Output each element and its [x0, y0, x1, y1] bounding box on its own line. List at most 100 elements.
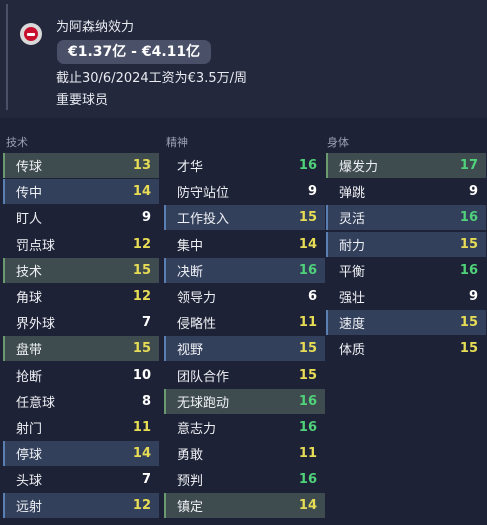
attribute-value: 9	[307, 184, 317, 200]
attribute-name: 远射	[16, 500, 43, 516]
attribute-row[interactable]: 爆发力 17	[326, 153, 486, 178]
attribute-value: 16	[298, 419, 317, 435]
attribute-value: 7	[141, 472, 151, 488]
attribute-row[interactable]: 弹跳 9	[326, 179, 486, 204]
attribute-value: 6	[307, 288, 317, 304]
physical-title: 身体	[327, 136, 349, 149]
attribute-name: 弹跳	[339, 186, 366, 202]
attribute-row[interactable]: 强壮 9	[326, 284, 486, 309]
attribute-row[interactable]: 决断 16	[164, 257, 325, 283]
attribute-value: 10	[132, 367, 151, 383]
attribute-name: 停球	[16, 448, 43, 464]
attribute-row[interactable]: 任意球 8	[3, 389, 159, 414]
attribute-value: 17	[459, 158, 478, 173]
squad-role: 重要球员	[56, 93, 109, 108]
attribute-value: 8	[141, 393, 151, 409]
attribute-row[interactable]: 头球 7	[3, 467, 159, 492]
attribute-row[interactable]: 传球 13	[3, 153, 159, 178]
attribute-name: 速度	[339, 317, 366, 333]
attribute-value: 14	[132, 184, 151, 200]
attribute-name: 工作投入	[177, 212, 230, 228]
attribute-name: 防守站位	[177, 186, 230, 202]
attribute-name: 平衡	[339, 264, 366, 280]
attribute-row[interactable]: 传中 14	[3, 179, 159, 205]
attribute-value: 11	[298, 315, 317, 331]
attribute-value: 15	[459, 236, 478, 252]
player-header: 为阿森纳效力 €1.37亿 - €4.11亿 截止30/6/2024工资为€3.…	[0, 0, 487, 118]
technical-attributes: 传球 13 传中 14 盯人 9 罚点球 12 技术 15 角球 12 界外球 7 盘带 15 抢断 10 任意球 8…	[3, 153, 159, 520]
contract-info: 截止30/6/2024工资为€3.5万/周	[56, 71, 247, 86]
attribute-value: 12	[132, 288, 151, 304]
attribute-value: 16	[298, 393, 317, 409]
attribute-row[interactable]: 视野 15	[164, 336, 325, 362]
attribute-name: 技术	[16, 264, 43, 280]
attribute-value: 14	[298, 498, 317, 514]
attribute-row[interactable]: 停球 14	[3, 441, 159, 467]
attribute-name: 灵活	[339, 212, 366, 228]
attribute-row[interactable]: 防守站位 9	[164, 179, 325, 204]
attribute-name: 盘带	[16, 343, 43, 359]
attribute-name: 爆发力	[339, 160, 379, 175]
attribute-name: 视野	[177, 343, 204, 359]
attribute-row[interactable]: 意志力 16	[164, 415, 325, 440]
attribute-value: 15	[298, 341, 317, 357]
attribute-value: 16	[298, 472, 317, 488]
attribute-name: 角球	[16, 290, 43, 306]
attribute-row[interactable]: 团队合作 15	[164, 363, 325, 388]
attribute-row[interactable]: 才华 16	[164, 153, 325, 178]
attribute-row[interactable]: 角球 12	[3, 284, 159, 309]
attribute-row[interactable]: 抢断 10	[3, 363, 159, 388]
attribute-row[interactable]: 盘带 15	[3, 336, 159, 362]
attribute-value: 14	[298, 236, 317, 252]
attribute-row[interactable]: 盯人 9	[3, 205, 159, 230]
attribute-row[interactable]: 技术 15	[3, 257, 159, 283]
attribute-name: 传中	[16, 186, 43, 202]
attribute-value: 9	[141, 210, 151, 226]
attribute-row[interactable]: 罚点球 12	[3, 232, 159, 257]
attribute-value: 12	[132, 236, 151, 252]
attribute-row[interactable]: 集中 14	[164, 232, 325, 257]
physical-attributes: 爆发力 17 弹跳 9 灵活 16 耐力 15 平衡 16 强壮 9 速度 15 体质 15	[326, 153, 486, 363]
attribute-row[interactable]: 界外球 7	[3, 310, 159, 335]
attribute-name: 侵略性	[177, 317, 217, 333]
technical-title: 技术	[6, 136, 28, 149]
attribute-value: 11	[132, 419, 151, 435]
attribute-row[interactable]: 射门 11	[3, 415, 159, 440]
attribute-row[interactable]: 镇定 14	[164, 493, 325, 519]
mental-title: 精神	[166, 136, 188, 149]
attribute-row[interactable]: 平衡 16	[326, 258, 486, 283]
mental-attributes: 才华 16 防守站位 9 工作投入 15 集中 14 决断 16 领导力 6 侵略性 11 视野 15 团队合作…	[164, 153, 325, 520]
attribute-value: 13	[132, 158, 151, 173]
attribute-row[interactable]: 速度 15	[326, 310, 486, 336]
attribute-value: 15	[132, 262, 151, 278]
attribute-value: 12	[132, 498, 151, 514]
attribute-row[interactable]: 耐力 15	[326, 231, 486, 257]
attribute-name: 团队合作	[177, 369, 230, 385]
attribute-row[interactable]: 预判 16	[164, 467, 325, 492]
arsenal-crest-icon[interactable]	[20, 23, 42, 45]
attribute-row[interactable]: 体质 15	[326, 336, 486, 361]
attribute-row[interactable]: 领导力 6	[164, 284, 325, 309]
attribute-value: 15	[459, 315, 478, 331]
attribute-name: 预判	[177, 474, 204, 490]
attribute-value: 7	[141, 315, 151, 331]
attribute-name: 体质	[339, 343, 366, 359]
attribute-name: 强壮	[339, 290, 366, 306]
attribute-row[interactable]: 无球跑动 16	[164, 388, 325, 414]
attribute-row[interactable]: 勇敢 11	[164, 441, 325, 466]
attribute-row[interactable]: 远射 12	[3, 493, 159, 519]
attribute-value: 14	[132, 446, 151, 462]
attribute-name: 头球	[16, 474, 43, 490]
attribute-value: 15	[132, 341, 151, 357]
attribute-name: 任意球	[16, 395, 56, 411]
attribute-row[interactable]: 灵活 16	[326, 205, 486, 231]
attribute-value: 16	[459, 262, 478, 278]
attribute-name: 抢断	[16, 369, 43, 385]
attribute-row[interactable]: 侵略性 11	[164, 310, 325, 335]
attribute-value: 11	[298, 446, 317, 462]
attribute-name: 镇定	[177, 500, 204, 516]
attribute-name: 界外球	[16, 317, 56, 333]
attribute-row[interactable]: 工作投入 15	[164, 205, 325, 231]
attribute-name: 耐力	[339, 238, 366, 254]
attribute-name: 领导力	[177, 290, 217, 306]
